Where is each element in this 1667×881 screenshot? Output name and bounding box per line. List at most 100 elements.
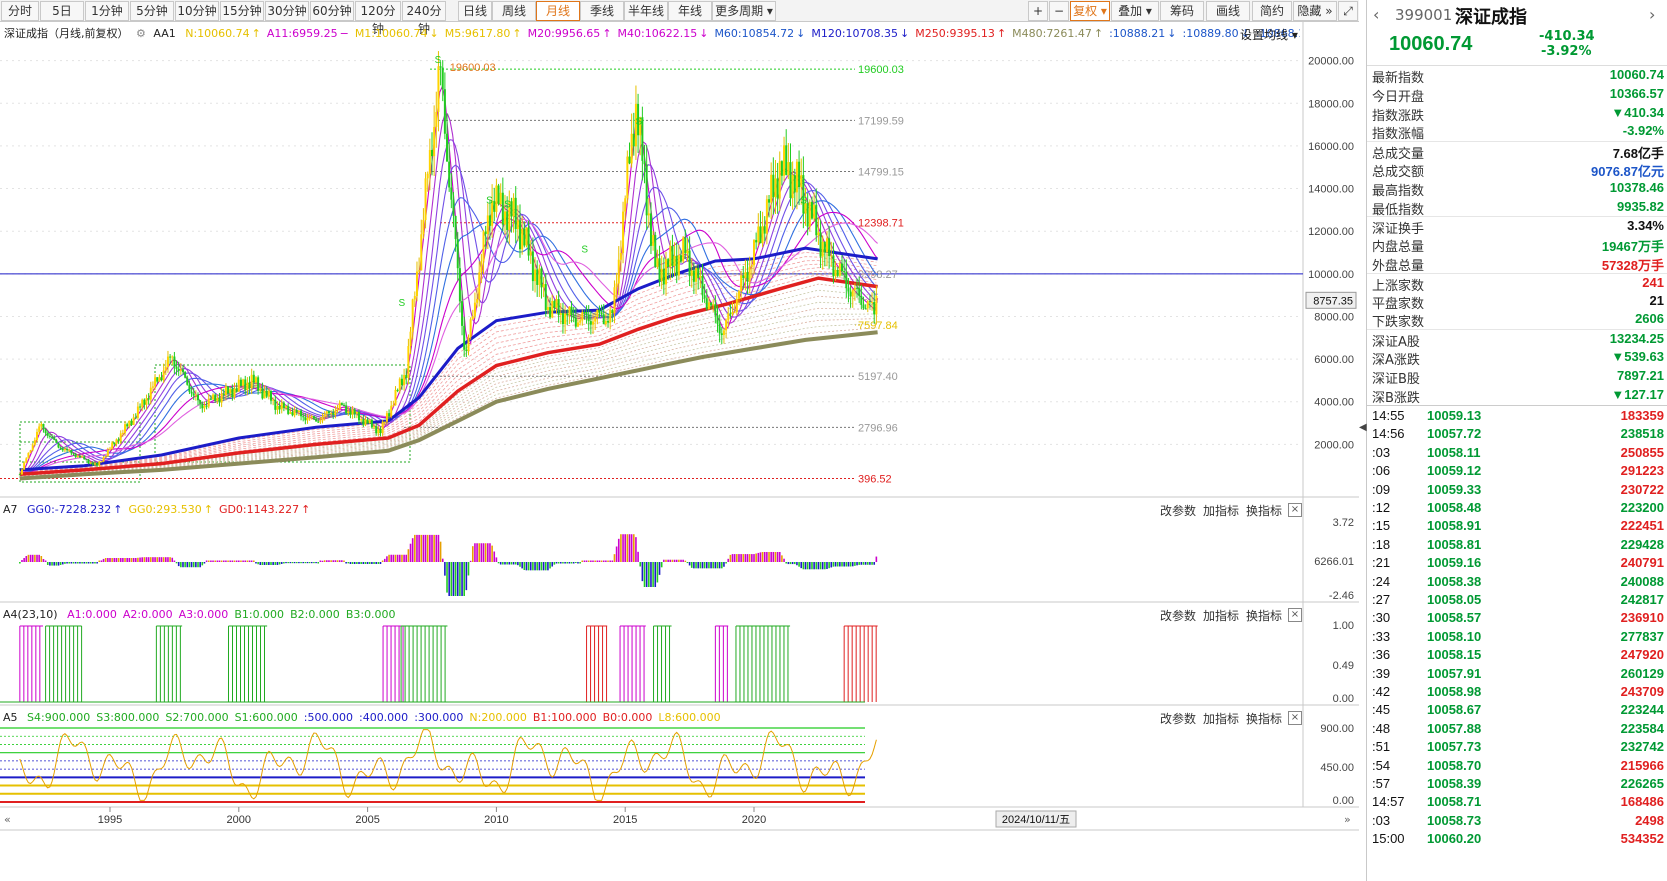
candle-body — [139, 406, 142, 408]
change-params-button[interactable]: 改参数 — [1160, 710, 1196, 727]
candle-body — [23, 462, 26, 470]
period-button-13[interactable]: 季线 — [580, 1, 624, 21]
candle-body — [370, 419, 373, 428]
a7-bar — [431, 534, 433, 562]
period-button-14[interactable]: 半年线 — [624, 1, 668, 21]
add-indicator-button[interactable]: 加指标 — [1203, 710, 1239, 727]
period-button-8[interactable]: 120分钟 — [355, 1, 401, 36]
close-icon[interactable]: × — [1288, 503, 1302, 517]
a7-bar — [132, 558, 135, 562]
add-indicator-button[interactable]: 加指标 — [1203, 502, 1239, 519]
candle-body — [310, 416, 313, 418]
a4-items: A1:0.000 A2:0.000 A3:0.000 B1:0.000 B2:0.000… — [61, 608, 395, 621]
candle-body — [802, 175, 805, 214]
a7-bar — [800, 562, 803, 569]
candle-body — [523, 228, 526, 246]
change-params-button[interactable]: 改参数 — [1160, 607, 1196, 624]
fullscreen-icon[interactable]: ⤢ — [1338, 1, 1358, 21]
a7-bar — [525, 562, 528, 571]
zoom-in-button[interactable]: + — [1028, 1, 1048, 21]
period-button-11[interactable]: 周线 — [492, 1, 536, 21]
gear-icon[interactable]: ⚙ — [136, 27, 146, 40]
period-button-5[interactable]: 15分钟 — [220, 1, 264, 21]
tool-button-0[interactable]: 复权 ▾ — [1070, 1, 1110, 21]
switch-indicator-button[interactable]: 换指标 — [1246, 710, 1282, 727]
a4-legend: A4(23,10) A1:0.000 A2:0.000 A3:0.000 B1:0.0… — [0, 607, 1100, 623]
candle-body — [579, 320, 582, 323]
tick-time: :18 — [1372, 536, 1391, 552]
candle-body — [733, 312, 736, 314]
candle-body — [424, 178, 427, 220]
close-icon[interactable]: × — [1288, 608, 1302, 622]
period-button-16[interactable]: 更多周期 ▾ — [712, 1, 776, 21]
y-tick-label: 10000.00 — [1308, 269, 1354, 281]
a7-bar — [789, 562, 792, 565]
legend-item: M250:9395.13 ↑ — [915, 27, 1006, 40]
candle-body — [701, 275, 704, 296]
candle-body — [209, 398, 212, 400]
tool-button-3[interactable]: 画线 — [1206, 1, 1250, 21]
indicator-name[interactable]: AA1 — [153, 27, 175, 40]
a7-bar — [836, 562, 839, 567]
stat-value: 3.34% — [1627, 218, 1664, 234]
period-button-6[interactable]: 30分钟 — [265, 1, 309, 21]
candle-body — [403, 374, 406, 386]
a7-bar — [87, 562, 90, 564]
candle-body — [340, 402, 343, 405]
period-button-10[interactable]: 日线 — [458, 1, 492, 21]
a7-bar — [317, 562, 320, 564]
period-button-4[interactable]: 10分钟 — [175, 1, 219, 21]
chevron-left-icon[interactable]: ‹ — [1373, 5, 1379, 24]
period-button-12[interactable]: 月线 — [536, 1, 580, 21]
legend-value: :500.000 — [303, 711, 353, 724]
a7-bar — [137, 557, 139, 562]
scroll-left-icon[interactable]: « — [4, 813, 11, 826]
ma-settings-button[interactable]: 设置均线 ▾ — [1240, 26, 1298, 43]
period-button-7[interactable]: 60分钟 — [310, 1, 354, 21]
tool-button-label: 叠加 — [1118, 4, 1143, 18]
period-button-0[interactable]: 分时 — [1, 1, 39, 21]
candle-body — [742, 275, 745, 279]
period-button-9[interactable]: 240分钟 — [402, 1, 446, 36]
stat-label: 平盘家数 — [1372, 296, 1425, 312]
candle-body — [405, 374, 408, 378]
tool-button-4[interactable]: 简约 — [1252, 1, 1292, 21]
switch-indicator-button[interactable]: 换指标 — [1246, 502, 1282, 519]
trend-arrow-icon: ↑ — [301, 503, 311, 516]
candle-body — [351, 409, 354, 415]
candle-body — [469, 319, 472, 337]
switch-indicator-button[interactable]: 换指标 — [1246, 607, 1282, 624]
period-button-15[interactable]: 年线 — [668, 1, 712, 21]
period-button-1[interactable]: 5日 — [40, 1, 84, 21]
a7-bar — [572, 562, 575, 564]
a7-bar — [637, 551, 639, 562]
candle-body — [705, 298, 708, 309]
zoom-out-button[interactable]: − — [1049, 1, 1069, 21]
chevron-right-icon[interactable]: › — [1649, 5, 1655, 24]
tool-button-5[interactable]: 隐藏 » — [1293, 1, 1337, 21]
collapse-handle[interactable]: ◀ — [1359, 422, 1367, 452]
legend-value: N:200.000 — [469, 711, 527, 724]
add-indicator-button[interactable]: 加指标 — [1203, 607, 1239, 624]
a7-bar — [731, 554, 734, 562]
candle-body — [692, 270, 695, 282]
legend-item: M60:10854.72 ↓ — [714, 27, 805, 40]
candle-body — [246, 382, 249, 391]
candle-body — [323, 414, 326, 418]
candle-body — [486, 215, 489, 235]
a7-bar — [519, 562, 521, 567]
candle-body — [102, 457, 105, 462]
period-button-3[interactable]: 5分钟 — [130, 1, 174, 21]
scroll-right-icon[interactable]: » — [1344, 813, 1351, 826]
a7-bar — [433, 534, 435, 562]
stat-row: 最高指数 10378.46 — [1367, 179, 1667, 199]
tool-button-2[interactable]: 筹码 — [1160, 1, 1204, 21]
a7-bar — [778, 552, 781, 562]
change-params-button[interactable]: 改参数 — [1160, 502, 1196, 519]
kline-chart[interactable]: 20000.0018000.0016000.0014000.0012000.00… — [0, 22, 1359, 872]
close-icon[interactable]: × — [1288, 711, 1302, 725]
a7-bar — [772, 552, 775, 562]
tool-button-1[interactable]: 叠加 ▾ — [1111, 1, 1159, 21]
period-button-2[interactable]: 1分钟 — [85, 1, 129, 21]
candle-body — [617, 259, 620, 284]
